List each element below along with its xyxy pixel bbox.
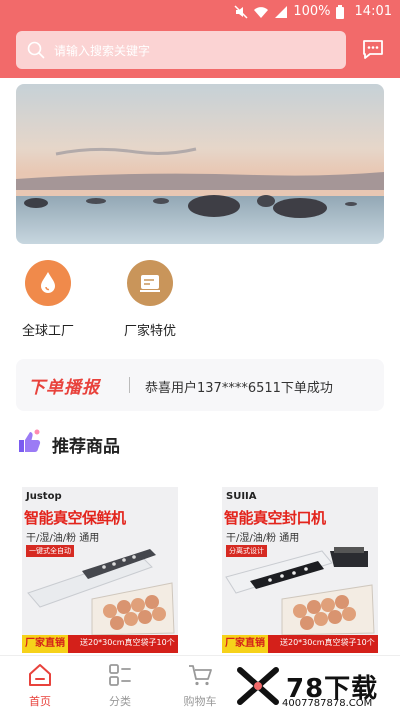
signal-icon: [275, 5, 288, 18]
status-time: 14:01: [354, 4, 392, 19]
product-promo-text: 送20*30cm真空袋子10个: [280, 638, 375, 647]
banner-carousel[interactable]: [16, 84, 384, 244]
drop-icon: [25, 260, 71, 306]
home-icon: [29, 664, 51, 686]
product-image: [225, 547, 375, 635]
mute-icon: [234, 4, 248, 19]
watermark-logo: [237, 667, 279, 705]
product-image: [27, 549, 175, 635]
product-subtitle: 干/湿/油/粉 通用: [26, 533, 100, 544]
nav-home[interactable]: 首页: [10, 662, 70, 709]
card-icon: [127, 260, 173, 306]
entry-global-factory[interactable]: 全球工厂: [13, 260, 83, 339]
product-card[interactable]: Justop 智能真空保鲜机 干/湿/油/粉 通用 一键式全自动 厂家直销 送2…: [22, 487, 178, 653]
broadcast-message: 恭喜用户137****6511下单成功: [145, 381, 333, 396]
status-bar: 100% 14:01: [0, 0, 400, 26]
category-icon: [109, 664, 131, 686]
broadcast-divider: [129, 377, 130, 393]
product-promo-tag: 厂家直销: [22, 635, 68, 653]
battery-percent: 100%: [293, 4, 331, 19]
cart-icon: [189, 665, 212, 686]
product-brand: SUIIA: [226, 491, 257, 502]
nav-label: 购物车: [183, 695, 217, 708]
nav-cart[interactable]: 购物车: [170, 662, 230, 709]
search-placeholder: 请输入搜索关键字: [54, 44, 151, 58]
nav-label: 首页: [29, 695, 51, 708]
message-icon: [363, 40, 383, 59]
entry-factory-deals[interactable]: 厂家特优: [115, 260, 185, 339]
header-bar: 100% 14:01 请输入搜索关键字: [0, 0, 400, 78]
search-input[interactable]: 请输入搜索关键字: [16, 31, 346, 69]
product-title: 智能真空保鲜机: [24, 509, 126, 527]
search-icon: [27, 41, 45, 59]
product-subtitle: 干/湿/油/粉 通用: [226, 533, 300, 544]
watermark: 78下载 4007787878.COM: [236, 664, 400, 711]
entry-label: 全球工厂: [21, 324, 74, 339]
product-promo-tag: 厂家直销: [222, 635, 268, 653]
order-broadcast[interactable]: 下单播报 恭喜用户137****6511下单成功: [16, 359, 384, 411]
product-promo-text: 送20*30cm真空袋子10个: [80, 638, 175, 647]
product-brand: Justop: [26, 491, 62, 502]
wifi-icon: [254, 6, 269, 18]
message-button[interactable]: [361, 38, 385, 66]
nav-category[interactable]: 分类: [90, 662, 150, 709]
nav-label: 分类: [109, 695, 131, 708]
product-card[interactable]: SUIIA 智能真空封口机 干/湿/油/粉 通用 分离式设计 厂家直销 送20*…: [222, 487, 378, 653]
banner-image: [16, 84, 384, 244]
entry-label: 厂家特优: [123, 324, 176, 339]
watermark-site: 4007787878.COM: [282, 698, 373, 709]
broadcast-tag: 下单播报: [28, 378, 100, 398]
product-title: 智能真空封口机: [224, 509, 326, 527]
recommend-title: 推荐商品: [52, 437, 120, 457]
battery-icon: [335, 4, 344, 19]
thumbs-up-icon: [19, 429, 41, 452]
